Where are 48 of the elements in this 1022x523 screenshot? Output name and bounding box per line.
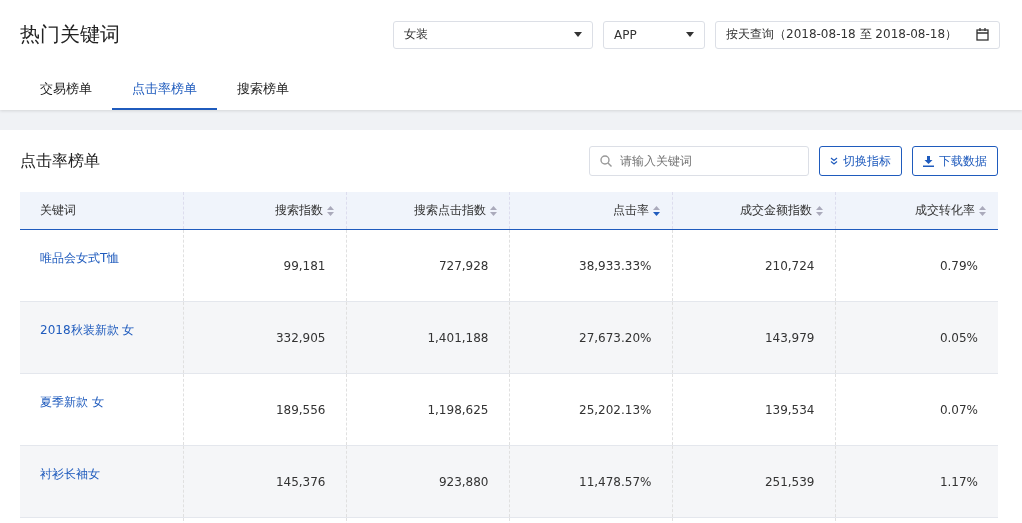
calendar-icon — [976, 28, 989, 41]
download-icon — [923, 155, 934, 167]
column-header: 关键词 — [40, 202, 76, 219]
column-header: 成交金额指数 — [739, 202, 812, 219]
date-range-picker[interactable]: 按天查询（2018-08-18 至 2018-08-18） — [715, 20, 1000, 49]
platform-dropdown[interactable]: APP — [603, 20, 705, 49]
page-title: 热门关键词 — [20, 21, 121, 48]
table-cell: 0.07% — [939, 402, 978, 417]
column-header: 点击率 — [612, 202, 649, 219]
keyword-link[interactable]: 2018秋装新款 女 — [40, 323, 135, 337]
column-header: 搜索点击指数 — [413, 202, 486, 219]
double-chevron-icon — [830, 157, 838, 165]
table-cell: 27,673.20% — [579, 330, 652, 345]
table-cell: 38,933.33% — [579, 258, 652, 273]
table-cell: 143,979 — [764, 330, 815, 345]
table-cell: 139,534 — [764, 402, 815, 417]
sort-icon[interactable] — [652, 205, 660, 216]
table-cell: 145,376 — [275, 474, 326, 489]
tab[interactable]: 搜索榜单 — [217, 67, 309, 110]
download-button[interactable]: 下载数据 — [912, 146, 998, 176]
table-cell: 0.79% — [939, 258, 978, 273]
table-cell: 1,401,188 — [427, 330, 489, 345]
table-cell: 332,905 — [275, 330, 326, 345]
column-header: 成交转化率 — [915, 202, 975, 219]
table-cell: 1,198,625 — [427, 402, 489, 417]
table-cell: 210,724 — [764, 258, 815, 273]
tab[interactable]: 点击率榜单 — [112, 67, 217, 110]
column-header: 搜索指数 — [274, 202, 323, 219]
panel-title: 点击率榜单 — [20, 150, 101, 172]
keyword-link[interactable]: 夏季新款 女 — [40, 395, 104, 409]
table-cell: 727,928 — [438, 258, 489, 273]
keyword-link[interactable]: 唯品会女式T恤 — [40, 251, 120, 265]
search-field[interactable]: 请输入关键词 — [589, 146, 809, 176]
tab[interactable]: 交易榜单 — [20, 67, 112, 110]
keyword-link[interactable]: 衬衫长袖女 — [40, 467, 100, 481]
table-cell: 189,556 — [275, 402, 326, 417]
caret-icon — [574, 32, 582, 37]
table-cell: 99,181 — [283, 258, 326, 273]
switch-metrics-button[interactable]: 切换指标 — [819, 146, 902, 176]
table-cell: 25,202.13% — [579, 402, 652, 417]
category-dropdown[interactable]: 女装 — [393, 20, 593, 49]
table-cell: 1.17% — [939, 474, 978, 489]
table-cell: 251,539 — [764, 474, 815, 489]
search-icon — [600, 155, 612, 167]
table-cell: 923,880 — [438, 474, 489, 489]
table-cell: 0.05% — [939, 330, 978, 345]
caret-icon — [686, 32, 694, 37]
table-cell: 11,478.57% — [579, 474, 652, 489]
